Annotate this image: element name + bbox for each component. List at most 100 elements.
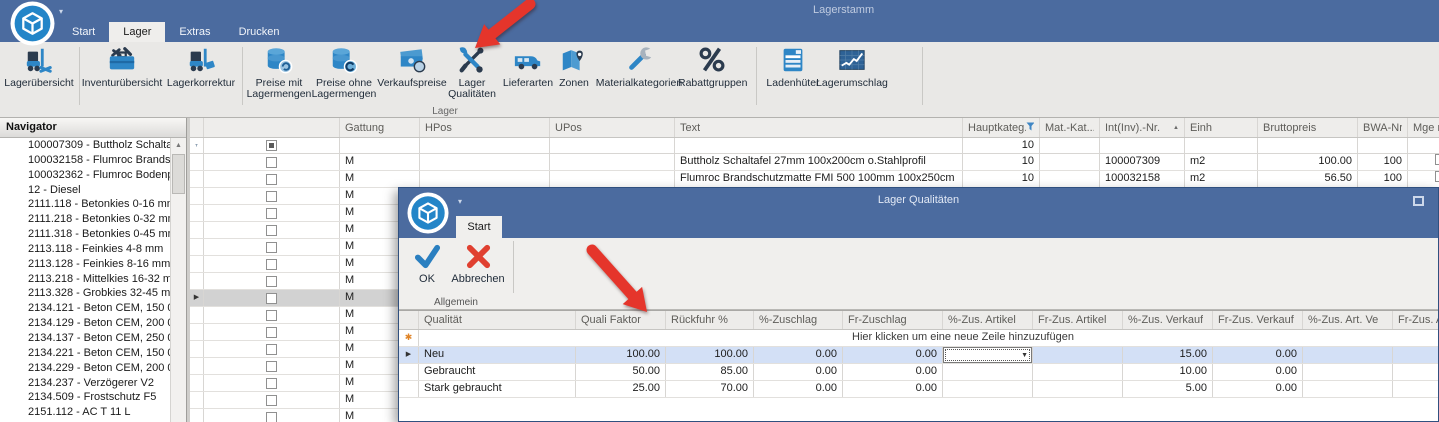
bruttopreis-cell[interactable]: 56.50 <box>1258 171 1358 187</box>
checkbox-cell[interactable] <box>204 222 340 238</box>
header-bwa[interactable]: BWA-Nr <box>1358 118 1408 137</box>
rueckfuhr-cell[interactable]: 70.00 <box>666 381 754 397</box>
pct-zus-artikel-cell[interactable] <box>943 381 1033 397</box>
row-checkbox[interactable] <box>266 293 277 304</box>
rueckfuhr-cell[interactable]: 85.00 <box>666 364 754 380</box>
navigator-item[interactable]: 2113.328 - Grobkies 32-45 mm <box>0 286 171 301</box>
table-row[interactable]: Gebraucht 50.00 85.00 0.00 0.00 10.00 0.… <box>399 364 1438 381</box>
checkbox-cell[interactable] <box>204 273 340 289</box>
ribbon-button-materialkategorien[interactable]: Materialkategorien <box>594 45 684 107</box>
header-pct-zus-artikel[interactable]: %-Zus. Artikel <box>943 311 1033 329</box>
fr-zuschlag-cell[interactable]: 0.00 <box>843 381 943 397</box>
checkbox-cell[interactable] <box>204 392 340 408</box>
checkbox-cell[interactable] <box>204 256 340 272</box>
cell[interactable] <box>550 171 675 187</box>
intnr-cell[interactable]: 100007309 <box>1100 154 1185 170</box>
navigator-item[interactable]: 2113.218 - Mittelkies 16-32 mm <box>0 272 171 287</box>
header-gattung[interactable]: Gattung <box>340 118 420 137</box>
checkbox-cell[interactable] <box>204 171 340 187</box>
navigator-scrollbar[interactable]: ▲ <box>170 138 186 422</box>
navigator-item[interactable]: 2111.318 - Betonkies 0-45 mm <box>0 227 171 242</box>
ribbon-button-inventuruebersicht[interactable]: Inventurübersicht <box>80 45 164 107</box>
navigator-item[interactable]: 100032362 - Flumroc Bodenpla... <box>0 168 171 183</box>
dialog-tab-start[interactable]: Start <box>456 216 502 238</box>
cell[interactable] <box>1040 154 1100 170</box>
cell[interactable] <box>340 138 420 153</box>
fr-zus-artikel-cell[interactable] <box>1033 364 1123 380</box>
select-all-checkbox[interactable] <box>266 140 277 151</box>
fr-zus-verkauf-cell[interactable]: 0.00 <box>1213 347 1303 363</box>
ok-button[interactable]: OK <box>409 243 445 285</box>
header-intnr[interactable]: Int(Inv).-Nr. ▲ <box>1100 118 1185 137</box>
navigator-item[interactable]: 100032158 - Flumroc Brandsch... <box>0 153 171 168</box>
fr-zuschlag-cell[interactable]: 0.00 <box>843 347 943 363</box>
row-checkbox[interactable] <box>266 225 277 236</box>
maximize-icon[interactable] <box>1413 196 1424 206</box>
chevron-down-icon[interactable]: ▼ <box>1021 351 1028 360</box>
checkbox-cell[interactable] <box>204 324 340 340</box>
row-checkbox[interactable] <box>266 259 277 270</box>
fr-zus-artikel-cell[interactable] <box>1033 381 1123 397</box>
dialog-titlebar[interactable]: Lager Qualitäten ▾ <box>399 188 1438 215</box>
checkbox-cell[interactable] <box>204 239 340 255</box>
checkbox-cell[interactable] <box>204 341 340 357</box>
tab-extras[interactable]: Extras <box>165 22 224 42</box>
filter-hauptkateg-value[interactable]: 10 <box>963 138 1040 153</box>
cell[interactable] <box>420 154 550 170</box>
cell[interactable] <box>1040 171 1100 187</box>
pct-zuschlag-cell[interactable]: 0.00 <box>754 347 843 363</box>
cell[interactable] <box>1358 138 1408 153</box>
checkbox-cell[interactable] <box>204 188 340 204</box>
header-hpos[interactable]: HPos <box>420 118 550 137</box>
table-row[interactable]: M Buttholz Schaltafel 27mm 100x200cm o.S… <box>190 154 1439 171</box>
cancel-button[interactable]: Abbrechen <box>445 243 511 285</box>
mge-cell[interactable] <box>1408 154 1439 170</box>
bruttopreis-cell[interactable]: 100.00 <box>1258 154 1358 170</box>
ribbon-button-ladenhueter[interactable]: Ladenhüter <box>762 45 824 107</box>
text-cell[interactable]: Buttholz Schaltafel 27mm 100x200cm o.Sta… <box>675 154 963 170</box>
cell[interactable] <box>1393 347 1439 363</box>
fr-zuschlag-cell[interactable]: 0.00 <box>843 364 943 380</box>
einh-cell[interactable]: m2 <box>1185 171 1258 187</box>
cell[interactable] <box>1185 138 1258 153</box>
header-matkat[interactable]: Mat.-Kat... <box>1040 118 1100 137</box>
fr-zus-verkauf-cell[interactable]: 0.00 <box>1213 381 1303 397</box>
checkbox-cell[interactable] <box>204 358 340 374</box>
checkbox-cell[interactable] <box>204 409 340 422</box>
scrollbar-thumb[interactable] <box>172 154 185 194</box>
qualitaet-cell[interactable]: Gebraucht <box>419 364 576 380</box>
qualitaet-cell[interactable]: Neu <box>419 347 576 363</box>
quick-access-caret-icon[interactable]: ▾ <box>59 7 63 16</box>
header-pct-zus-art-ve[interactable]: %-Zus. Art. Ve <box>1303 311 1393 329</box>
header-pct-zuschlag[interactable]: %-Zuschlag <box>754 311 843 329</box>
checkbox-cell[interactable] <box>204 205 340 221</box>
navigator-item[interactable]: 2134.237 - Verzögerer V2 <box>0 376 171 391</box>
scroll-up-icon[interactable]: ▲ <box>171 138 186 153</box>
checkbox-cell[interactable] <box>204 290 340 306</box>
row-checkbox[interactable] <box>266 344 277 355</box>
app-logo-icon[interactable] <box>10 1 55 46</box>
checkbox-cell[interactable] <box>204 307 340 323</box>
navigator-item[interactable]: 12 - Diesel <box>0 183 171 198</box>
quali-faktor-cell[interactable]: 100.00 <box>576 347 666 363</box>
bwa-cell[interactable]: 100 <box>1358 154 1408 170</box>
header-fr-zus-ar[interactable]: Fr-Zus. Ar <box>1393 311 1439 329</box>
table-row[interactable]: ▶ Neu 100.00 100.00 0.00 0.00 ▼ 15.00 0.… <box>399 347 1438 364</box>
row-checkbox[interactable] <box>266 191 277 202</box>
navigator-item[interactable]: 2113.128 - Feinkies 8-16 mm <box>0 257 171 272</box>
filter-checkbox-cell[interactable] <box>204 138 340 153</box>
header-bruttopreis[interactable]: Bruttopreis <box>1258 118 1358 137</box>
cell[interactable] <box>1100 138 1185 153</box>
cell[interactable] <box>1303 347 1393 363</box>
quick-access-caret-icon[interactable]: ▾ <box>458 197 462 206</box>
cell[interactable] <box>675 138 963 153</box>
row-checkbox[interactable] <box>266 361 277 372</box>
row-checkbox[interactable] <box>266 327 277 338</box>
cell[interactable] <box>1258 138 1358 153</box>
tab-start[interactable]: Start <box>58 22 109 42</box>
row-checkbox[interactable] <box>266 378 277 389</box>
cell[interactable] <box>1040 138 1100 153</box>
tab-lager[interactable]: Lager <box>109 22 165 42</box>
filter-active-icon[interactable] <box>1026 119 1034 137</box>
header-rueckfuhr[interactable]: Rückfuhr % <box>666 311 754 329</box>
